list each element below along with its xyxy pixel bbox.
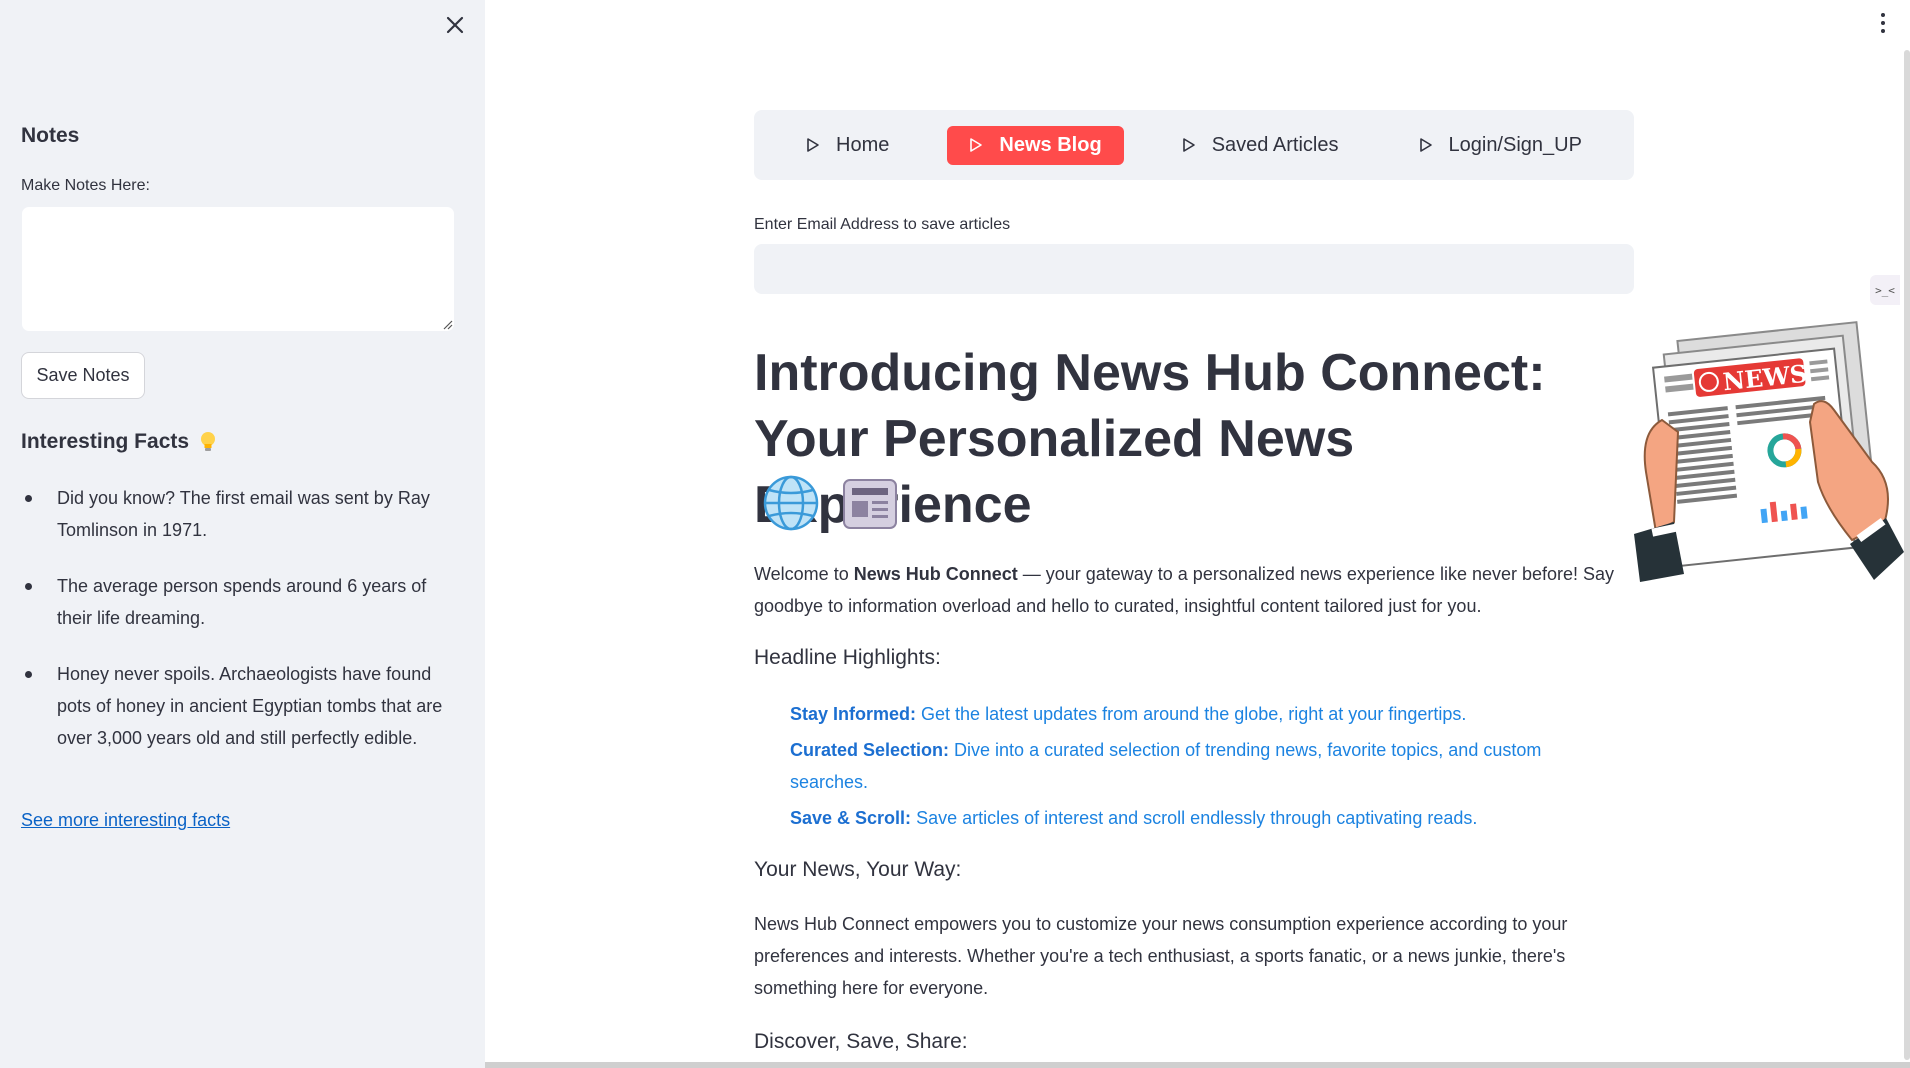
nav-item-label: News Blog: [999, 133, 1102, 156]
play-icon: [807, 138, 819, 152]
headline-highlights-heading: Headline Highlights:: [754, 646, 941, 669]
sidebar: Notes Make Notes Here: Save Notes Intere…: [0, 0, 485, 1068]
nav-item-label: Saved Articles: [1211, 133, 1339, 156]
email-input[interactable]: [754, 244, 1634, 294]
fact-item: Did you know? The first email was sent b…: [21, 482, 461, 546]
lightbulb-icon: [201, 432, 216, 451]
menu-dot: [1881, 29, 1885, 33]
play-icon: [970, 138, 983, 152]
close-sidebar-button[interactable]: [440, 10, 470, 40]
newspaper-icon: [843, 479, 897, 529]
nav-item-news-blog[interactable]: News Blog: [947, 125, 1124, 165]
your-news-paragraph: News Hub Connect empowers you to customi…: [754, 914, 1568, 998]
welcome-prefix: Welcome to: [754, 564, 854, 584]
notes-textarea[interactable]: [21, 206, 455, 332]
welcome-paragraph: Welcome to News Hub Connect — your gatew…: [754, 558, 1634, 622]
resize-grip-icon[interactable]: [441, 318, 453, 330]
highlight-text: Get the latest updates from around the g…: [916, 704, 1467, 724]
email-label: Enter Email Address to save articles: [754, 216, 1011, 233]
facts-title-text: Interesting Facts: [21, 430, 190, 453]
menu-dot: [1881, 13, 1885, 17]
welcome-brand: News Hub Connect: [853, 564, 1018, 584]
fact-item: Honey never spoils. Archaeologists have …: [21, 658, 461, 754]
newspaper-illustration: NEWS: [1634, 321, 1904, 582]
title-icons: [762, 474, 900, 532]
menu-dot: [1881, 21, 1885, 25]
nav-item-login[interactable]: Login/Sign_UP: [1397, 126, 1604, 165]
nav-item-home[interactable]: Home: [784, 126, 911, 165]
more-facts-link[interactable]: See more interesting facts: [21, 810, 230, 831]
play-icon: [1182, 138, 1195, 152]
highlight-title: Save & Scroll:: [790, 808, 912, 828]
facts-list: Did you know? The first email was sent b…: [21, 482, 461, 778]
highlight-title: Curated Selection:: [790, 740, 950, 760]
fact-item: The average person spends around 6 years…: [21, 570, 461, 634]
main-menu-button[interactable]: [1875, 10, 1891, 36]
highlight-title: Stay Informed:: [790, 704, 917, 724]
discover-heading: Discover, Save, Share:: [754, 1030, 968, 1053]
notes-title: Notes: [21, 124, 80, 147]
your-news-heading: Your News, Your Way:: [754, 858, 962, 881]
play-icon: [1419, 138, 1432, 152]
save-notes-button[interactable]: Save Notes: [21, 352, 145, 399]
notes-label: Make Notes Here:: [21, 177, 150, 194]
facts-title: Interesting Facts: [21, 430, 217, 454]
highlight-item: Curated Selection: Dive into a curated s…: [790, 734, 1600, 798]
top-navbar: Home News Blog Saved Articles Login/Sign…: [754, 110, 1634, 180]
highlight-item: Save & Scroll: Save articles of interest…: [790, 802, 1600, 834]
nav-item-label: Login/Sign_UP: [1448, 133, 1582, 156]
horizontal-scrollbar[interactable]: [485, 1062, 1910, 1068]
side-widget-button[interactable]: >_<: [1870, 275, 1900, 305]
nav-item-label: Home: [836, 133, 890, 156]
nav-item-saved-articles[interactable]: Saved Articles: [1160, 126, 1361, 165]
globe-icon: [763, 475, 819, 531]
highlights-list: Stay Informed: Get the latest updates fr…: [790, 698, 1600, 838]
highlight-item: Stay Informed: Get the latest updates fr…: [790, 698, 1600, 730]
vertical-scrollbar[interactable]: [1904, 50, 1910, 1060]
close-icon: [446, 16, 464, 34]
highlight-text: Save articles of interest and scroll end…: [911, 808, 1478, 828]
